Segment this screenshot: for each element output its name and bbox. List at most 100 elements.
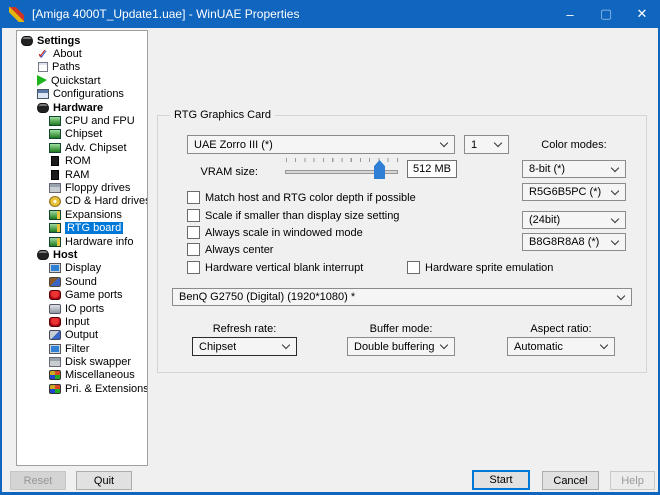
chevron-down-icon bbox=[611, 236, 619, 244]
vram-value-box: 512 MB bbox=[407, 160, 457, 178]
vram-size-label: VRAM size: bbox=[198, 166, 258, 178]
drum-icon bbox=[21, 36, 33, 46]
sidebar-item-input[interactable]: Input bbox=[17, 315, 147, 328]
cancel-button[interactable]: Cancel bbox=[542, 471, 599, 490]
checkbox-scale-if-smaller[interactable]: Scale if smaller than display size setti… bbox=[187, 209, 399, 222]
chip-black-icon bbox=[51, 156, 59, 166]
sidebar-item-about[interactable]: About bbox=[17, 47, 147, 60]
help-button: Help bbox=[610, 471, 655, 490]
minimize-button[interactable]: – bbox=[552, 0, 588, 28]
floppy-icon bbox=[49, 357, 61, 367]
chevron-down-icon bbox=[617, 291, 625, 299]
aspect-ratio-label: Aspect ratio: bbox=[507, 323, 615, 335]
checkmark-icon bbox=[37, 49, 49, 59]
window-title: [Amiga 4000T_Update1.uae] - WinUAE Prope… bbox=[32, 7, 299, 21]
settings-tree: Settings About Paths Quickstart Configur… bbox=[16, 30, 148, 466]
checkbox-box[interactable] bbox=[187, 243, 200, 256]
checkbox-box[interactable] bbox=[407, 261, 420, 274]
puzzle-icon bbox=[49, 370, 61, 380]
vram-slider-ticks bbox=[286, 158, 398, 162]
rtg-card-combo[interactable]: UAE Zorro III (*) bbox=[187, 135, 455, 154]
close-button[interactable]: ✕ bbox=[624, 0, 660, 28]
checkbox-always-scale-windowed[interactable]: Always scale in windowed mode bbox=[187, 226, 363, 239]
sidebar-item-rom[interactable]: ROM bbox=[17, 155, 147, 168]
sidebar-item-floppy-drives[interactable]: Floppy drives bbox=[17, 181, 147, 194]
chevron-down-icon bbox=[494, 139, 502, 147]
monitor-combo[interactable]: BenQ G2750 (Digital) (1920*1080) * bbox=[172, 288, 632, 306]
sidebar-item-host[interactable]: Host bbox=[17, 248, 147, 261]
sidebar-item-miscellaneous[interactable]: Miscellaneous bbox=[17, 369, 147, 382]
sidebar-item-adv-chipset[interactable]: Adv. Chipset bbox=[17, 141, 147, 154]
checkbox-hw-vertical-blank[interactable]: Hardware vertical blank interrupt bbox=[187, 261, 363, 274]
chevron-down-icon bbox=[611, 186, 619, 194]
sidebar-item-configurations[interactable]: Configurations bbox=[17, 88, 147, 101]
drum-icon bbox=[37, 103, 49, 113]
io-port-icon bbox=[49, 304, 61, 314]
color-mode-32bit-format-combo[interactable]: B8G8R8A8 (*) bbox=[522, 233, 626, 251]
sidebar-item-pri-extensions[interactable]: Pri. & Extensions bbox=[17, 382, 147, 395]
joystick-icon bbox=[49, 290, 61, 300]
sidebar-item-ram[interactable]: RAM bbox=[17, 168, 147, 181]
checkbox-hw-sprite-emulation[interactable]: Hardware sprite emulation bbox=[407, 261, 553, 274]
chevron-down-icon bbox=[440, 139, 448, 147]
chip-green-icon bbox=[49, 143, 61, 153]
rtg-card-count-combo[interactable]: 1 bbox=[464, 135, 509, 154]
chevron-down-icon bbox=[282, 341, 290, 349]
buffer-mode-label: Buffer mode: bbox=[347, 323, 455, 335]
board-icon bbox=[49, 223, 61, 233]
board-icon bbox=[49, 237, 61, 247]
titlebar: [Amiga 4000T_Update1.uae] - WinUAE Prope… bbox=[0, 0, 660, 28]
chevron-down-icon bbox=[611, 214, 619, 222]
sidebar-item-rtg-board[interactable]: RTG board bbox=[17, 221, 147, 234]
sidebar-item-hardware-info[interactable]: Hardware info bbox=[17, 235, 147, 248]
board-icon bbox=[49, 210, 61, 220]
checkbox-always-center[interactable]: Always center bbox=[187, 243, 273, 256]
chip-green-icon bbox=[49, 129, 61, 139]
buffer-mode-combo[interactable]: Double buffering bbox=[347, 337, 455, 356]
checkbox-box[interactable] bbox=[187, 191, 200, 204]
speaker-icon bbox=[49, 277, 61, 287]
chevron-down-icon bbox=[611, 163, 619, 171]
color-mode-24bit-combo[interactable]: (24bit) bbox=[522, 211, 626, 229]
sidebar-item-disk-swapper[interactable]: Disk swapper bbox=[17, 355, 147, 368]
group-title: RTG Graphics Card bbox=[170, 109, 275, 121]
sidebar-item-paths[interactable]: Paths bbox=[17, 61, 147, 74]
refresh-rate-label: Refresh rate: bbox=[192, 323, 297, 335]
sidebar-item-filter[interactable]: Filter bbox=[17, 342, 147, 355]
sidebar-item-game-ports[interactable]: Game ports bbox=[17, 288, 147, 301]
sidebar-item-expansions[interactable]: Expansions bbox=[17, 208, 147, 221]
joystick-icon bbox=[49, 317, 61, 327]
sidebar-item-quickstart[interactable]: Quickstart bbox=[17, 74, 147, 87]
quit-button[interactable]: Quit bbox=[76, 471, 132, 490]
sidebar-item-cd-hard-drives[interactable]: CD & Hard drives bbox=[17, 195, 147, 208]
window-icon bbox=[37, 89, 49, 99]
refresh-rate-combo[interactable]: Chipset bbox=[192, 337, 297, 356]
start-button[interactable]: Start bbox=[472, 470, 530, 490]
maximize-button: ▢ bbox=[588, 0, 624, 28]
monitor-icon bbox=[49, 263, 61, 273]
aspect-ratio-combo[interactable]: Automatic bbox=[507, 337, 615, 356]
chevron-down-icon bbox=[600, 341, 608, 349]
checkbox-box[interactable] bbox=[187, 209, 200, 222]
sidebar-item-hardware[interactable]: Hardware bbox=[17, 101, 147, 114]
sidebar-item-io-ports[interactable]: IO ports bbox=[17, 302, 147, 315]
monitor-icon bbox=[49, 344, 61, 354]
winuae-properties-window: [Amiga 4000T_Update1.uae] - WinUAE Prope… bbox=[0, 0, 660, 495]
sidebar-item-sound[interactable]: Sound bbox=[17, 275, 147, 288]
chip-green-icon bbox=[49, 116, 61, 126]
color-mode-depth-combo[interactable]: 8-bit (*) bbox=[522, 160, 626, 178]
checkbox-box[interactable] bbox=[187, 226, 200, 239]
chevron-down-icon bbox=[440, 341, 448, 349]
output-icon bbox=[49, 330, 61, 340]
checkbox-match-color-depth[interactable]: Match host and RTG color depth if possib… bbox=[187, 191, 416, 204]
sidebar-item-output[interactable]: Output bbox=[17, 329, 147, 342]
sidebar-item-display[interactable]: Display bbox=[17, 262, 147, 275]
sidebar-item-chipset[interactable]: Chipset bbox=[17, 128, 147, 141]
drum-icon bbox=[37, 250, 49, 260]
color-mode-16bit-format-combo[interactable]: R5G6B5PC (*) bbox=[522, 183, 626, 201]
color-modes-label: Color modes: bbox=[522, 139, 626, 151]
sidebar-item-cpu-and-fpu[interactable]: CPU and FPU bbox=[17, 114, 147, 127]
chip-black-icon bbox=[51, 170, 59, 180]
checkbox-box[interactable] bbox=[187, 261, 200, 274]
puzzle-icon bbox=[49, 384, 61, 394]
